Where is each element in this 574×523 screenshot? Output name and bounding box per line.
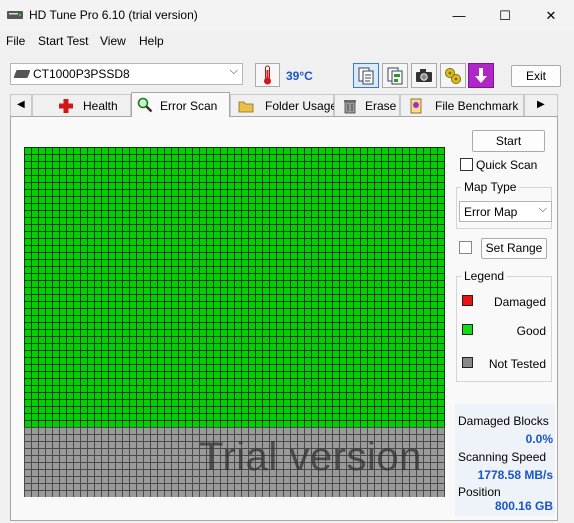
scanning-speed-value: 1778.58 MB/s	[477, 468, 553, 482]
tab-scroll-left[interactable]: ◀	[10, 94, 32, 116]
set-range-checkbox[interactable]	[459, 241, 472, 254]
scanning-speed-label: Scanning Speed	[458, 450, 547, 464]
folder-icon	[238, 101, 254, 113]
scan-stats: Damaged Blocks 0.0% Scanning Speed 1778.…	[455, 404, 555, 516]
good-blocks-area	[24, 147, 445, 427]
legend-title: Legend	[461, 269, 508, 283]
quick-scan-label: Quick Scan	[476, 158, 538, 172]
exit-button[interactable]: Exit	[511, 65, 561, 87]
tab-label: Folder Usage	[265, 99, 338, 113]
position-value: 800.16 GB	[494, 499, 553, 513]
tab-health[interactable]: Health	[32, 94, 131, 116]
menu-view[interactable]: View	[100, 34, 126, 48]
tab-label: Error Scan	[160, 99, 218, 113]
tab-file-benchmark[interactable]: File Benchmark	[400, 94, 524, 116]
health-cross-icon	[59, 99, 73, 113]
title-bar: HD Tune Pro 6.10 (trial version) — ☐ ✕	[0, 0, 574, 31]
map-type-value: Error Map	[464, 205, 518, 219]
copy-info-icon	[358, 67, 374, 85]
chevron-down-icon: ⌵	[538, 203, 547, 215]
drive-select[interactable]: CT1000P3PSSD8 ⌵	[10, 63, 243, 85]
screenshot-button[interactable]	[411, 63, 437, 88]
error-map: Trial version	[24, 147, 445, 497]
drive-name: CT1000P3PSSD8	[33, 67, 130, 81]
copy-results-icon	[387, 67, 403, 85]
tab-folder-usage[interactable]: Folder Usage	[230, 94, 338, 116]
drive-icon	[13, 70, 31, 78]
thermometer-icon	[264, 65, 271, 85]
temperature-value: 39°C	[286, 69, 313, 83]
damaged-blocks-label: Damaged Blocks	[458, 414, 549, 428]
start-button[interactable]: Start	[472, 130, 545, 152]
screenshot-camera-icon	[416, 69, 432, 82]
legend-label-good: Good	[516, 324, 546, 338]
magnifier-icon	[137, 97, 153, 113]
tab-strip: ◀ Health Error Scan Folder Usage Erase F…	[10, 92, 558, 117]
menu-file[interactable]: File	[6, 34, 25, 48]
set-range-button[interactable]: Set Range	[481, 238, 547, 259]
app-icon	[7, 11, 23, 19]
tab-label: Health	[83, 99, 118, 113]
save-download-icon	[475, 68, 487, 83]
options-icon	[445, 68, 461, 84]
chevron-left-icon: ◀	[17, 99, 25, 110]
position-label: Position	[458, 485, 501, 499]
window-title: HD Tune Pro 6.10 (trial version)	[29, 8, 198, 22]
tab-label: Erase	[365, 99, 397, 113]
chevron-right-icon: ▶	[537, 99, 545, 110]
map-type-title: Map Type	[461, 180, 520, 194]
copy-results-button[interactable]	[382, 63, 408, 88]
file-benchmark-icon	[410, 98, 422, 114]
copy-info-button[interactable]	[353, 63, 379, 88]
tab-erase[interactable]: Erase	[334, 94, 400, 116]
minimize-button[interactable]: —	[436, 0, 482, 31]
legend-label-not-tested: Not Tested	[488, 357, 546, 371]
menu-start-test[interactable]: Start Test	[38, 34, 88, 48]
tab-label: File Benchmark	[435, 99, 519, 113]
close-button[interactable]: ✕	[528, 0, 574, 31]
quick-scan-checkbox[interactable]	[460, 158, 473, 171]
options-button[interactable]	[440, 63, 466, 88]
tab-scroll-right[interactable]: ▶	[524, 94, 558, 116]
maximize-button[interactable]: ☐	[482, 0, 528, 31]
temperature-button[interactable]	[255, 63, 280, 87]
map-type-select[interactable]: Error Map ⌵	[459, 201, 552, 222]
save-button[interactable]	[468, 63, 494, 88]
chevron-down-icon: ⌵	[229, 65, 238, 77]
menu-help[interactable]: Help	[139, 34, 164, 48]
trial-watermark: Trial version	[199, 435, 422, 479]
trash-icon	[344, 100, 356, 114]
legend-label-damaged: Damaged	[493, 295, 546, 309]
damaged-blocks-value: 0.0%	[525, 432, 553, 446]
menu-bar: File Start Test View Help	[0, 31, 574, 51]
tab-error-scan[interactable]: Error Scan	[131, 92, 230, 117]
